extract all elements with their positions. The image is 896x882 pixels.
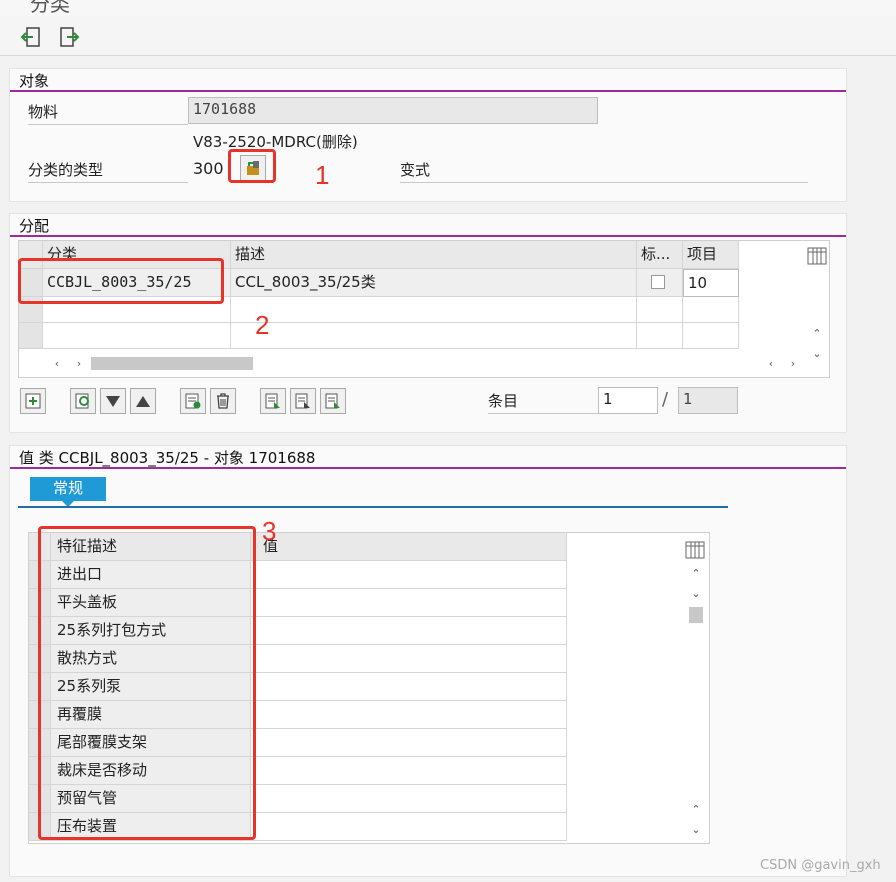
characteristic-value-input[interactable] xyxy=(251,673,567,701)
characteristic-value-input[interactable] xyxy=(251,701,567,729)
material-label-box: 物料 xyxy=(28,101,188,125)
class-type-label: 分类的类型 xyxy=(28,161,104,179)
entry-label-box: 条目 xyxy=(488,390,598,414)
add-list-icon xyxy=(185,393,201,409)
find-icon xyxy=(75,393,89,409)
document-arrow-icon xyxy=(265,393,280,409)
window-title: 分类 xyxy=(30,0,70,16)
annotation-number-3: 3 xyxy=(262,516,277,546)
annotation-box-3 xyxy=(38,526,256,840)
table-cell[interactable] xyxy=(43,323,231,349)
entry-separator: / xyxy=(662,389,669,410)
characteristic-value-input[interactable] xyxy=(251,589,567,617)
annotation-box-1 xyxy=(228,149,276,183)
insert-row-button[interactable] xyxy=(20,388,46,414)
add-entry-button[interactable] xyxy=(180,388,206,414)
annotation-number-1: 1 xyxy=(315,160,330,190)
column-header-value[interactable]: 值 xyxy=(251,533,567,561)
scroll-down-icon[interactable]: ⌄ xyxy=(688,821,704,837)
tab-underline xyxy=(18,506,728,508)
values-section-title: 值 类 CCBJL_8003_35/25 - 对象 1701688 xyxy=(19,449,316,467)
scroll-right-icon[interactable]: › xyxy=(71,355,87,371)
scroll-right-icon[interactable]: › xyxy=(785,355,801,371)
table-cell[interactable] xyxy=(683,323,739,349)
material-description: V83-2520-MDRC(删除) xyxy=(193,133,358,151)
object-section-title: 对象 xyxy=(19,72,50,90)
table-cell[interactable] xyxy=(231,297,637,323)
column-header-std[interactable]: 标... xyxy=(637,241,683,269)
column-header-item[interactable]: 项目 xyxy=(683,241,739,269)
column-settings-icon[interactable] xyxy=(685,541,705,563)
material-label: 物料 xyxy=(28,103,59,121)
section-divider xyxy=(10,235,846,237)
insert-row-icon xyxy=(25,393,41,409)
characteristic-value-input[interactable] xyxy=(251,757,567,785)
characteristic-value-input[interactable] xyxy=(251,617,567,645)
section-divider xyxy=(10,90,846,92)
document-button-2[interactable] xyxy=(290,388,316,414)
annotation-box-2 xyxy=(18,258,224,304)
class-type-label-box: 分类的类型 xyxy=(28,159,188,183)
entry-current-input[interactable]: 1 xyxy=(598,387,658,414)
scroll-up-icon[interactable]: ⌃ xyxy=(688,801,704,817)
triangle-down-icon xyxy=(106,396,120,407)
document-arrow-icon xyxy=(325,393,340,409)
entry-label: 条目 xyxy=(488,392,519,410)
toolbar xyxy=(0,16,896,56)
cell-std xyxy=(637,269,683,297)
section-divider xyxy=(10,467,846,469)
standard-checkbox[interactable] xyxy=(651,275,665,289)
exit-left-icon[interactable] xyxy=(18,24,44,50)
find-button[interactable] xyxy=(70,388,96,414)
sort-ascending-button[interactable] xyxy=(130,388,156,414)
scroll-left-icon[interactable]: ‹ xyxy=(763,355,779,371)
row-selector[interactable] xyxy=(19,323,43,349)
object-panel: 对象 物料 1701688 V83-2520-MDRC(删除) 分类的类型 30… xyxy=(9,68,847,202)
delete-button[interactable] xyxy=(210,388,236,414)
variant-label: 变式 xyxy=(400,161,431,179)
title-bar: 分类 xyxy=(0,0,896,16)
table-cell[interactable] xyxy=(637,297,683,323)
entry-total-field: 1 xyxy=(678,387,738,414)
class-type-value: 300 xyxy=(193,159,224,178)
table-cell[interactable] xyxy=(637,323,683,349)
scroll-down-icon[interactable]: ⌄ xyxy=(688,585,704,601)
exit-right-icon[interactable] xyxy=(56,24,82,50)
scroll-left-icon[interactable]: ‹ xyxy=(49,355,65,371)
document-button-3[interactable] xyxy=(320,388,346,414)
assignment-section-title: 分配 xyxy=(19,217,50,235)
variant-label-box: 变式 xyxy=(400,159,808,183)
trash-icon xyxy=(217,393,229,409)
table-cell[interactable] xyxy=(683,297,739,323)
scroll-up-icon[interactable]: ⌃ xyxy=(688,565,704,581)
table-cell[interactable] xyxy=(231,323,637,349)
annotation-number-2: 2 xyxy=(255,310,270,340)
document-arrow-icon xyxy=(295,393,310,409)
material-field[interactable]: 1701688 xyxy=(188,97,598,124)
characteristic-value-input[interactable] xyxy=(251,813,567,841)
cell-description: CCL_8003_35/25类 xyxy=(231,269,637,297)
triangle-up-icon xyxy=(136,396,150,407)
column-header-description[interactable]: 描述 xyxy=(231,241,637,269)
vertical-scrollbar-thumb[interactable] xyxy=(689,607,703,623)
sort-descending-button[interactable] xyxy=(100,388,126,414)
assignment-panel: 分配 分类 描述 标... 项目 CCBJL_8003_35/25 CCL_80… xyxy=(9,213,847,433)
scroll-down-icon[interactable]: ⌄ xyxy=(809,345,825,361)
characteristic-value-input[interactable] xyxy=(251,785,567,813)
characteristic-value-input[interactable] xyxy=(251,561,567,589)
characteristic-value-input[interactable] xyxy=(251,645,567,673)
characteristic-value-input[interactable] xyxy=(251,729,567,757)
scroll-up-icon[interactable]: ⌃ xyxy=(809,325,825,341)
document-button-1[interactable] xyxy=(260,388,286,414)
cell-item[interactable]: 10 xyxy=(683,269,739,297)
horizontal-scrollbar-thumb[interactable] xyxy=(91,357,253,370)
tab-general[interactable]: 常规 xyxy=(30,477,106,501)
watermark: CSDN @gavin_gxh xyxy=(760,858,881,873)
column-settings-icon[interactable] xyxy=(807,247,827,269)
